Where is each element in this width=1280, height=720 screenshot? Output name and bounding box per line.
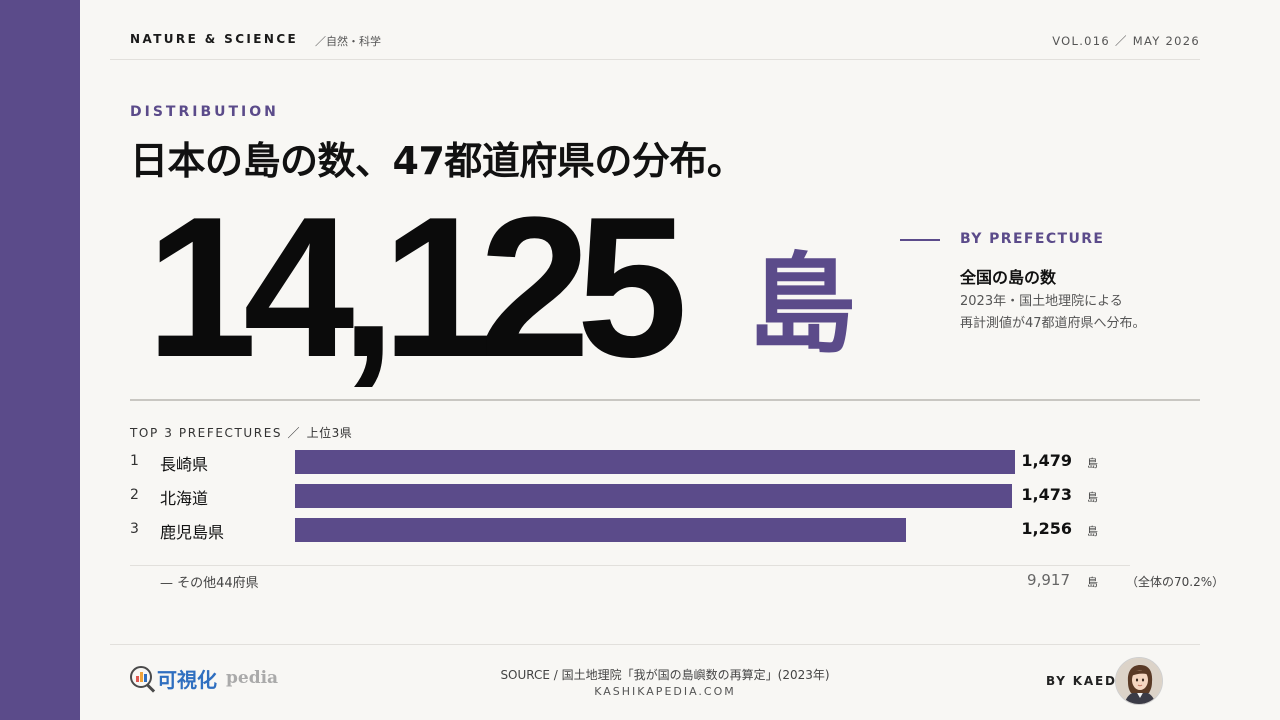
header-divider [110, 59, 1200, 60]
header-issue: VOL.016 ／ MAY 2026 [1052, 34, 1200, 48]
section-kicker: DISTRIBUTION [130, 104, 279, 120]
others-divider [130, 565, 1130, 566]
hero-unit: 島 [748, 243, 857, 368]
chart-title: TOP 3 PREFECTURES ／ 上位3県 [130, 424, 352, 441]
bar-value-label: 1,479 [1021, 451, 1072, 470]
header-brand: NATURE & SCIENCE [130, 32, 299, 46]
bar-value-label: 1,473 [1021, 485, 1072, 504]
others-value: 9,917 [1027, 571, 1070, 589]
chart-title-ja: 上位3県 [306, 426, 353, 440]
section-divider [130, 399, 1200, 401]
bar [295, 484, 1012, 508]
author-avatar [1115, 657, 1163, 705]
side-accent-line [900, 239, 940, 241]
avatar-portrait-icon [1116, 658, 1162, 704]
bar-unit-label: 島 [1087, 525, 1098, 538]
side-heading: 全国の島の数 [960, 268, 1057, 287]
bar-unit-label: 島 [1087, 491, 1098, 504]
bar-category-label: 鹿児島県 [160, 523, 225, 542]
bar-category-label: 長崎県 [160, 455, 209, 474]
others-share: （全体の70.2%） [1126, 575, 1225, 589]
bar-rank: 2 [130, 487, 139, 503]
side-desc-line-2: 再計測値が47都道府県へ分布。 [960, 316, 1146, 331]
side-desc-line-1: 2023年・国土地理院による [960, 294, 1123, 309]
bar [295, 450, 1015, 474]
bar-rank: 3 [130, 521, 139, 537]
bar-value-label: 1,256 [1021, 519, 1072, 538]
footer-divider [110, 644, 1200, 645]
bar-unit-label: 島 [1087, 457, 1098, 470]
left-accent-band [0, 0, 80, 720]
side-description: 2023年・国土地理院による 再計測値が47都道府県へ分布。 [960, 291, 1146, 335]
others-unit: 島 [1087, 576, 1098, 589]
bar-rank: 1 [130, 453, 139, 469]
header-category: ／自然・科学 [315, 35, 381, 48]
header: NATURE & SCIENCE ／自然・科学 VOL.016 ／ MAY 20… [130, 32, 1200, 48]
hero-number: 14,125 [146, 176, 688, 399]
others-label: — その他44府県 [160, 576, 259, 591]
side-kicker: BY PREFECTURE [960, 231, 1105, 247]
bar-category-label: 北海道 [160, 489, 209, 508]
chart-title-en: TOP 3 PREFECTURES ／ [130, 426, 302, 440]
bar [295, 518, 906, 542]
